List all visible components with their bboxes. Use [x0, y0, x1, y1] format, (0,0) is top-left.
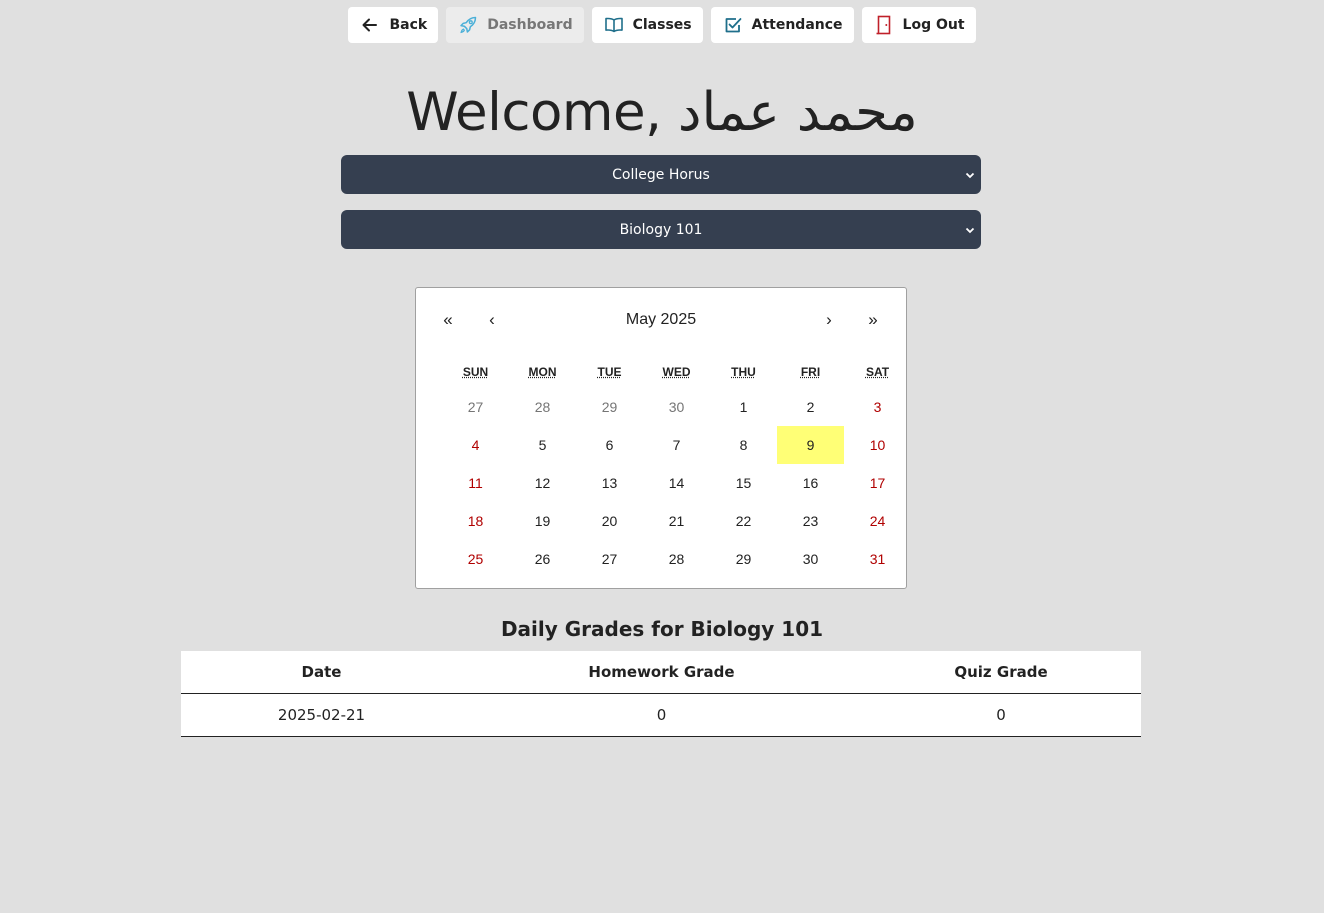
rocket-icon	[458, 15, 478, 35]
calendar-days: 27 28 29 30 1 2 3 4 5 6 7 8 9 10 11 12 13 14 15 16 17 18 19 20 2…	[442, 388, 911, 578]
weekday-label: THU	[731, 365, 756, 379]
classes-label: Classes	[632, 17, 692, 33]
next-month-button[interactable]: ›	[814, 308, 844, 332]
calendar-day[interactable]: 14	[643, 464, 710, 502]
calendar-day[interactable]: 24	[844, 502, 911, 540]
calendar-day[interactable]: 30	[777, 540, 844, 578]
book-icon	[604, 15, 624, 35]
calendar-day[interactable]: 4	[442, 426, 509, 464]
logout-button[interactable]: Log Out	[861, 7, 976, 43]
calendar-day[interactable]: 21	[643, 502, 710, 540]
calendar-day[interactable]: 3	[844, 388, 911, 426]
attendance-button[interactable]: Attendance	[710, 7, 854, 43]
arrow-left-icon	[360, 15, 380, 35]
table-row: 2025-02-21 0 0	[181, 693, 1141, 737]
calendar-day[interactable]: 27	[576, 540, 643, 578]
calendar: « ‹ May 2025 › » SUN MON TUE WED THU FRI…	[415, 287, 907, 589]
calendar-day[interactable]: 10	[844, 426, 911, 464]
calendar-day[interactable]: 23	[777, 502, 844, 540]
calendar-day[interactable]: 29	[576, 388, 643, 426]
prev-month-button[interactable]: ‹	[477, 308, 507, 332]
calendar-day[interactable]: 17	[844, 464, 911, 502]
college-select[interactable]: College Horus	[341, 155, 981, 194]
back-button[interactable]: Back	[348, 7, 439, 43]
calendar-day[interactable]: 20	[576, 502, 643, 540]
table-header-row: Date Homework Grade Quiz Grade	[181, 651, 1141, 694]
prev-year-button[interactable]: «	[433, 308, 463, 332]
college-select-value: College Horus	[612, 166, 710, 183]
chevron-down-icon	[965, 172, 975, 178]
cell-homework-grade: 0	[462, 693, 861, 737]
calendar-day[interactable]: 16	[777, 464, 844, 502]
calendar-day[interactable]: 11	[442, 464, 509, 502]
calendar-day[interactable]: 12	[509, 464, 576, 502]
calendar-day[interactable]: 7	[643, 426, 710, 464]
cell-date: 2025-02-21	[181, 693, 462, 737]
grades-title: Daily Grades for Biology 101	[500, 617, 824, 641]
calendar-day[interactable]: 31	[844, 540, 911, 578]
logout-label: Log Out	[902, 17, 965, 33]
calendar-day[interactable]: 27	[442, 388, 509, 426]
calendar-day[interactable]: 28	[643, 540, 710, 578]
back-label: Back	[389, 17, 428, 33]
calendar-day[interactable]: 22	[710, 502, 777, 540]
dashboard-button[interactable]: Dashboard	[446, 7, 584, 43]
calendar-day-selected[interactable]: 9	[777, 426, 844, 464]
door-icon	[874, 15, 894, 35]
weekday-label: FRI	[800, 365, 821, 379]
calendar-day[interactable]: 19	[509, 502, 576, 540]
weekday-label: SAT	[865, 365, 890, 379]
calendar-day[interactable]: 15	[710, 464, 777, 502]
class-select[interactable]: Biology 101	[341, 210, 981, 249]
top-nav: Back Dashboard Classes Attendance Log Ou…	[0, 7, 1324, 43]
calendar-day[interactable]: 30	[643, 388, 710, 426]
next-year-button[interactable]: »	[858, 308, 888, 332]
welcome-heading: Welcome, محمد عماد	[406, 82, 918, 143]
column-header-quiz: Quiz Grade	[861, 651, 1141, 694]
calendar-day[interactable]: 25	[442, 540, 509, 578]
calendar-day[interactable]: 18	[442, 502, 509, 540]
calendar-day[interactable]: 29	[710, 540, 777, 578]
classes-button[interactable]: Classes	[591, 7, 703, 43]
attendance-label: Attendance	[751, 17, 843, 33]
chevron-down-icon	[965, 227, 975, 233]
calendar-day[interactable]: 13	[576, 464, 643, 502]
weekday-label: TUE	[597, 365, 622, 379]
calendar-day[interactable]: 8	[710, 426, 777, 464]
calendar-day[interactable]: 5	[509, 426, 576, 464]
calendar-day[interactable]: 6	[576, 426, 643, 464]
month-label[interactable]: May 2025	[626, 311, 696, 328]
weekday-label: MON	[528, 365, 557, 379]
calendar-day[interactable]: 1	[710, 388, 777, 426]
column-header-date: Date	[181, 651, 462, 694]
calendar-navigation: « ‹ May 2025 › »	[416, 308, 906, 332]
cell-quiz-grade: 0	[861, 693, 1141, 737]
grades-table: Date Homework Grade Quiz Grade 2025-02-2…	[181, 651, 1141, 737]
column-header-homework: Homework Grade	[462, 651, 861, 694]
class-select-value: Biology 101	[619, 221, 703, 238]
calendar-day[interactable]: 28	[509, 388, 576, 426]
dashboard-label: Dashboard	[487, 17, 573, 33]
weekday-header: SUN MON TUE WED THU FRI SAT	[442, 365, 911, 379]
weekday-label: SUN	[462, 365, 489, 379]
weekday-label: WED	[662, 365, 691, 379]
checkbox-icon	[723, 15, 743, 35]
calendar-day[interactable]: 2	[777, 388, 844, 426]
calendar-day[interactable]: 26	[509, 540, 576, 578]
